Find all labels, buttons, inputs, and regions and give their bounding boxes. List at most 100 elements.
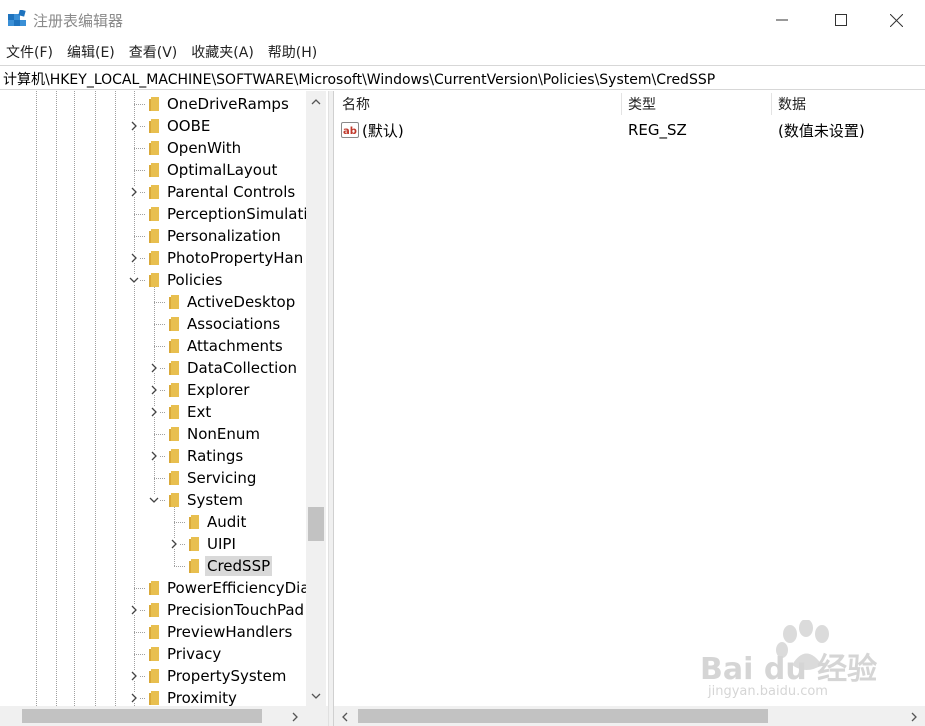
folder-icon — [149, 119, 159, 133]
folder-icon — [149, 207, 159, 221]
tree-node[interactable]: PropertySystem — [0, 665, 306, 687]
tree-node-label: Personalization — [167, 227, 281, 245]
list-hscroll-thumb[interactable] — [358, 709, 768, 723]
tree-scroll-down-button[interactable] — [306, 687, 326, 704]
tree-node-label: OptimalLayout — [167, 161, 278, 179]
value-name-cell[interactable]: ab (默认) — [340, 119, 404, 141]
tree-node[interactable]: ActiveDesktop — [0, 291, 306, 313]
address-bar[interactable]: 计算机\HKEY_LOCAL_MACHINE\SOFTWARE\Microsof… — [0, 65, 925, 90]
tree-scroll-up-button[interactable] — [306, 93, 326, 110]
folder-icon — [149, 603, 159, 617]
chevron-right-icon[interactable] — [169, 539, 179, 549]
list-scroll-right-button[interactable] — [905, 708, 923, 725]
tree-branch-dash — [134, 170, 145, 171]
chevron-down-icon[interactable] — [129, 275, 139, 285]
column-header-type[interactable]: 类型 — [620, 91, 772, 117]
tree-node[interactable]: Servicing — [0, 467, 306, 489]
chevron-right-icon[interactable] — [129, 121, 139, 131]
tree-vertical-scrollbar[interactable] — [306, 91, 326, 706]
folder-icon — [169, 339, 179, 353]
window-title: 注册表编辑器 — [33, 12, 124, 30]
tree-node[interactable]: UIPI — [0, 533, 306, 555]
close-button[interactable] — [867, 0, 925, 40]
tree-node[interactable]: OneDriveRamps — [0, 93, 306, 115]
chevron-right-icon[interactable] — [149, 363, 159, 373]
tree-node[interactable]: Personalization — [0, 225, 306, 247]
folder-icon — [149, 163, 159, 177]
menu-view[interactable]: 查看(V) — [129, 42, 178, 62]
chevron-right-icon[interactable] — [129, 693, 139, 703]
svg-text:ab: ab — [343, 126, 357, 137]
maximize-button[interactable] — [812, 0, 870, 40]
tree-node-label: System — [187, 491, 243, 509]
folder-icon — [149, 647, 159, 661]
tree-node-label: Policies — [167, 271, 223, 289]
tree-node[interactable]: Ratings — [0, 445, 306, 467]
tree-node-label: Proximity — [167, 689, 237, 706]
folder-icon — [169, 471, 179, 485]
tree-branch-dash — [154, 324, 165, 325]
tree-branch-dash — [134, 654, 145, 655]
tree-node[interactable]: NonEnum — [0, 423, 306, 445]
menu-file[interactable]: 文件(F) — [6, 42, 53, 62]
tree-node[interactable]: OOBE — [0, 115, 306, 137]
tree-branch-dash — [174, 566, 185, 567]
tree-node[interactable]: Ext — [0, 401, 306, 423]
tree-node[interactable]: System — [0, 489, 306, 511]
tree-node[interactable]: CredSSP — [0, 555, 306, 577]
tree-node[interactable]: PhotoPropertyHan — [0, 247, 306, 269]
folder-icon — [149, 229, 159, 243]
tree-node[interactable]: Privacy — [0, 643, 306, 665]
scrollbar-corner — [306, 706, 328, 726]
tree-node[interactable]: DataCollection — [0, 357, 306, 379]
value-type: REG_SZ — [628, 121, 687, 139]
chevron-right-icon[interactable] — [129, 187, 139, 197]
chevron-right-icon[interactable] — [149, 451, 159, 461]
tree-node-label: Servicing — [187, 469, 257, 487]
folder-icon — [149, 581, 159, 595]
tree-node[interactable]: Audit — [0, 511, 306, 533]
watermark-brand: Bai du 经验 — [700, 652, 878, 687]
folder-icon — [149, 691, 159, 705]
folder-icon — [189, 537, 199, 551]
tree-horizontal-scrollbar[interactable] — [0, 706, 306, 726]
list-scroll-left-button[interactable] — [336, 708, 354, 725]
menu-favorites[interactable]: 收藏夹(A) — [191, 42, 254, 62]
folder-icon — [149, 141, 159, 155]
menu-help[interactable]: 帮助(H) — [268, 42, 317, 62]
tree-node[interactable]: Policies — [0, 269, 306, 291]
tree-node[interactable]: Explorer — [0, 379, 306, 401]
folder-icon — [169, 405, 179, 419]
chevron-right-icon[interactable] — [149, 407, 159, 417]
tree-node[interactable]: PerceptionSimulati — [0, 203, 308, 225]
close-icon — [889, 13, 903, 27]
tree-node[interactable]: OptimalLayout — [0, 159, 306, 181]
tree-scroll-right-button[interactable] — [286, 708, 304, 725]
tree-node[interactable]: Proximity — [0, 687, 306, 706]
tree-branch-dash — [154, 302, 165, 303]
menu-edit[interactable]: 编辑(E) — [67, 42, 115, 62]
tree-node[interactable]: PowerEfficiencyDia — [0, 577, 310, 599]
minimize-button[interactable] — [753, 0, 811, 40]
tree-node[interactable]: Attachments — [0, 335, 306, 357]
tree-node[interactable]: Associations — [0, 313, 306, 335]
tree-node[interactable]: Parental Controls — [0, 181, 306, 203]
tree-hscroll-thumb[interactable] — [22, 709, 262, 723]
tree-node-label: OOBE — [167, 117, 211, 135]
tree-node-label: PowerEfficiencyDia — [167, 579, 310, 597]
tree-node[interactable]: OpenWith — [0, 137, 306, 159]
chevron-right-icon[interactable] — [129, 253, 139, 263]
column-header-name[interactable]: 名称 — [334, 91, 621, 117]
value-list: 名称 类型 数据 ab (默认) REG_SZ (数值未设置) — [334, 91, 925, 706]
chevron-right-icon[interactable] — [149, 385, 159, 395]
address-path[interactable]: 计算机\HKEY_LOCAL_MACHINE\SOFTWARE\Microsof… — [3, 69, 715, 89]
tree-scroll-thumb[interactable] — [308, 507, 324, 541]
chevron-right-icon[interactable] — [129, 671, 139, 681]
column-header-data[interactable]: 数据 — [770, 91, 925, 117]
tree-branch-dash — [134, 632, 145, 633]
tree-node[interactable]: PreviewHandlers — [0, 621, 306, 643]
chevron-right-icon[interactable] — [129, 605, 139, 615]
tree-node-label: UIPI — [207, 535, 236, 553]
chevron-down-icon[interactable] — [149, 495, 159, 505]
tree-node[interactable]: PrecisionTouchPad — [0, 599, 306, 621]
